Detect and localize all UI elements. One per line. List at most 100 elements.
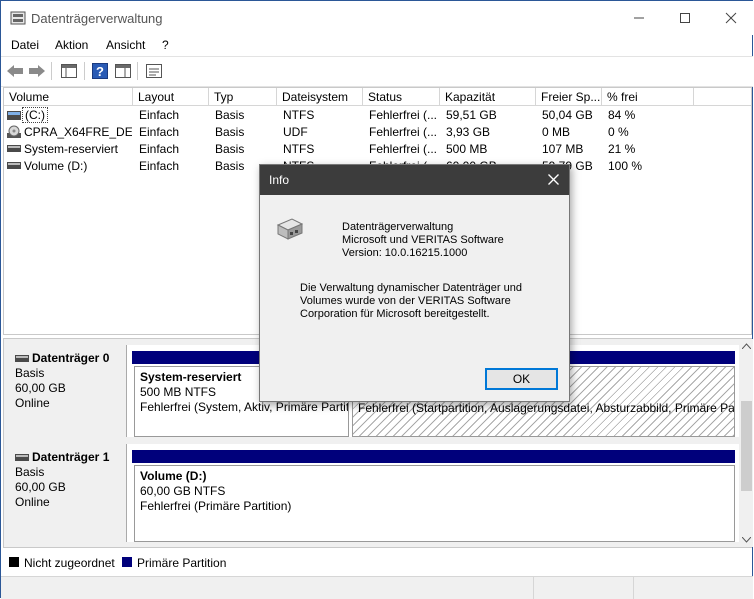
typ-cell: Basis — [215, 125, 245, 139]
disk-0-type: Basis — [15, 366, 45, 380]
menu-ansicht[interactable]: Ansicht — [106, 38, 145, 52]
prozent-frei-cell: 0 % — [608, 125, 629, 139]
disk-0-status: Online — [15, 396, 50, 410]
dateisystem-cell: NTFS — [283, 108, 315, 122]
title-bar: Datenträgerverwaltung — [1, 1, 753, 35]
menu-aktion[interactable]: Aktion — [55, 38, 88, 52]
layout-cell: Einfach — [139, 108, 180, 122]
maximize-button[interactable] — [662, 1, 708, 35]
action-pane-button[interactable] — [112, 61, 134, 81]
freier-speicher-cell: 50,04 GB — [542, 108, 593, 122]
disk-management-icon — [10, 11, 26, 25]
legend: Nicht zugeordnet Primäre Partition — [3, 552, 752, 574]
properties-icon — [146, 64, 162, 78]
disk-1-title: Datenträger 1 — [15, 450, 126, 465]
prozent-frei-cell: 100 % — [608, 159, 643, 173]
status-cell: Fehlerfrei (... — [369, 142, 438, 156]
legend-label-unallocated: Nicht zugeordnet — [24, 556, 115, 570]
legend-swatch-unallocated — [9, 557, 19, 567]
arrow-right-icon — [29, 65, 45, 77]
disk-0-title: Datenträger 0 — [15, 351, 126, 366]
scrollbar-thumb[interactable] — [741, 401, 752, 491]
column-header-status[interactable]: Status — [363, 88, 440, 106]
column-header-prozent-frei[interactable]: % frei — [602, 88, 694, 106]
dialog-app-name: Datenträgerverwaltung — [342, 221, 454, 233]
layout-cell: Einfach — [139, 142, 180, 156]
partition-bar — [132, 450, 735, 463]
disk-icon — [15, 355, 29, 363]
volume-name: CPRA_X64FRE_DE-... — [24, 125, 132, 139]
disk-1-info[interactable]: Datenträger 1 Basis 60,00 GB Online — [6, 444, 127, 542]
partition-name: Volume (D:) — [140, 469, 207, 483]
cd-drive-icon — [7, 125, 21, 138]
window-title: Datenträgerverwaltung — [31, 11, 163, 26]
partition-volume-d[interactable]: Volume (D:) 60,00 GB NTFS Fehlerfrei (Pr… — [134, 465, 735, 542]
freier-speicher-cell: 0 MB — [542, 125, 571, 139]
minimize-icon — [634, 17, 644, 19]
minimize-button[interactable] — [616, 1, 662, 35]
status-bar — [1, 576, 753, 599]
close-icon — [725, 12, 737, 24]
dialog-description-line: Volumes wurde von der VERITAS Software — [300, 295, 511, 307]
dialog-close-button[interactable] — [548, 170, 559, 190]
column-header-empty — [694, 88, 751, 106]
column-header-layout[interactable]: Layout — [133, 88, 209, 106]
disk-1-type: Basis — [15, 465, 45, 479]
action-pane-icon — [115, 64, 131, 78]
volume-icon — [7, 145, 21, 152]
column-header-kapazitaet[interactable]: Kapazität — [440, 88, 536, 106]
kapazitaet-cell: 59,51 GB — [446, 108, 497, 122]
console-tree-icon — [61, 64, 77, 78]
app-window: Datenträgerverwaltung Datei Aktion Ansic… — [0, 0, 753, 599]
close-icon — [548, 174, 559, 185]
status-cell: Fehlerfrei (... — [369, 125, 438, 139]
prozent-frei-cell: 84 % — [608, 108, 636, 122]
partition-status: Fehlerfrei (Startpartition, Auslagerungs… — [358, 401, 735, 415]
kapazitaet-cell: 3,93 GB — [446, 125, 491, 139]
show-hide-console-button[interactable] — [58, 61, 80, 81]
menu-help[interactable]: ? — [162, 38, 169, 52]
disk-1-status: Online — [15, 495, 50, 509]
properties-button[interactable] — [143, 61, 165, 81]
dateisystem-cell: UDF — [283, 125, 308, 139]
kapazitaet-cell: 500 MB — [446, 142, 488, 156]
volume-name: System-reserviert — [24, 142, 119, 156]
arrow-left-icon — [7, 65, 23, 77]
forward-button[interactable] — [26, 61, 48, 81]
menu-datei[interactable]: Datei — [11, 38, 39, 52]
volume-name: Volume (D:) — [24, 159, 88, 173]
partition-status: Fehlerfrei (System, Aktiv, Primäre Parti… — [140, 400, 349, 414]
column-header-dateisystem[interactable]: Dateisystem — [277, 88, 363, 106]
chevron-down-icon[interactable] — [742, 537, 751, 543]
disk-management-icon — [276, 218, 304, 240]
ok-button[interactable]: OK — [485, 368, 558, 390]
dateisystem-cell: NTFS — [283, 142, 315, 156]
close-button[interactable] — [708, 1, 754, 35]
layout-cell: Einfach — [139, 125, 180, 139]
menu-bar: Datei Aktion Ansicht ? — [1, 35, 753, 55]
chevron-up-icon[interactable] — [742, 343, 751, 349]
dialog-description-line: Corporation für Microsoft bereitgestellt… — [300, 308, 490, 320]
help-button[interactable]: ? — [89, 61, 111, 81]
volume-icon — [7, 111, 21, 120]
back-button[interactable] — [4, 61, 26, 81]
column-header-volume[interactable]: Volume — [4, 88, 133, 106]
svg-text:?: ? — [96, 64, 104, 79]
maximize-icon — [680, 13, 690, 23]
disk-1-row: Datenträger 1 Basis 60,00 GB Online Volu… — [6, 444, 739, 542]
typ-cell: Basis — [215, 108, 245, 122]
column-header-typ[interactable]: Typ — [209, 88, 277, 106]
toolbar-separator — [137, 62, 138, 80]
help-icon: ? — [92, 63, 108, 79]
vertical-scrollbar[interactable] — [740, 339, 753, 547]
dialog-description-line: Die Verwaltung dynamischer Datenträger u… — [300, 282, 522, 294]
disk-0-info[interactable]: Datenträger 0 Basis 60,00 GB Online — [6, 345, 127, 437]
toolbar-separator — [51, 62, 52, 80]
legend-label-primary: Primäre Partition — [137, 556, 227, 570]
column-header-freier-speicher[interactable]: Freier Sp... — [536, 88, 602, 106]
info-dialog: Info Datenträgerverwaltung Microsoft und… — [259, 164, 570, 402]
dialog-body: Datenträgerverwaltung Microsoft und VERI… — [260, 195, 569, 401]
dialog-version: Version: 10.0.16215.1000 — [342, 247, 468, 259]
toolbar: ? — [1, 56, 753, 87]
prozent-frei-cell: 21 % — [608, 142, 636, 156]
